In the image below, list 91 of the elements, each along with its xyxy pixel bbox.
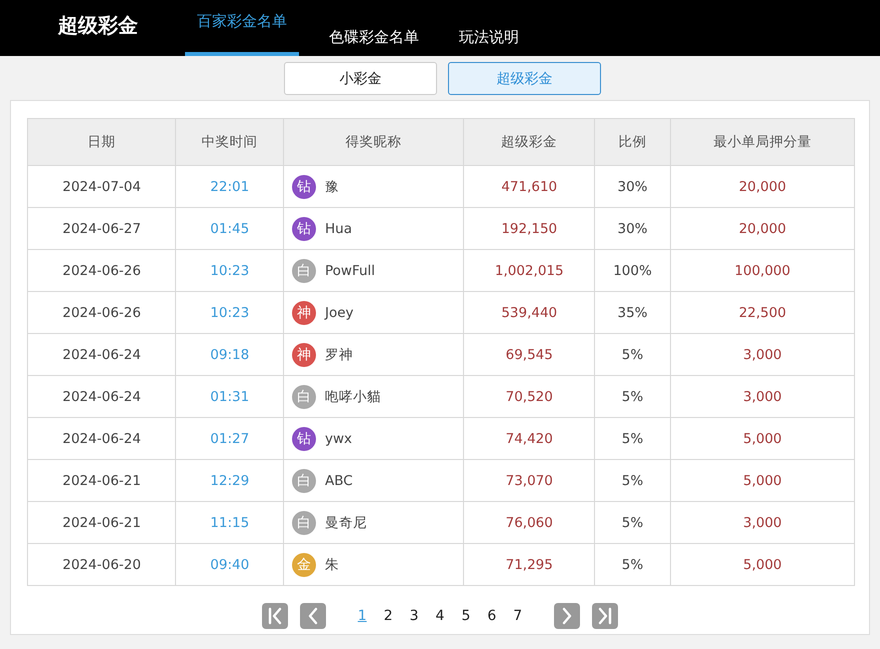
level-badge: 神 — [292, 342, 316, 366]
first-page-icon[interactable] — [262, 603, 288, 629]
table-cell: 5% — [594, 502, 670, 544]
table-cell: 09:40 — [176, 544, 284, 586]
nickname: 朱 — [324, 556, 339, 574]
nav-tab[interactable]: 百家彩金名单 — [185, 0, 299, 56]
table-cell: 3,000 — [670, 334, 854, 376]
table-cell: 2024-06-24 — [28, 418, 176, 460]
table-cell: 471,610 — [464, 166, 595, 208]
table-cell: 20,000 — [670, 166, 854, 208]
table-cell: 12:29 — [176, 460, 284, 502]
nickname: 曼奇尼 — [324, 514, 367, 532]
table-cell: 3,000 — [670, 502, 854, 544]
table-cell: 5% — [594, 376, 670, 418]
next-page-icon[interactable] — [554, 603, 580, 629]
table-cell: 2024-06-24 — [28, 334, 176, 376]
nickname: PowFull — [324, 262, 376, 278]
table-cell: 2024-06-27 — [28, 208, 176, 250]
table-cell: 2024-07-04 — [28, 166, 176, 208]
table-cell: 09:18 — [176, 334, 284, 376]
nickname: 咆哮小貓 — [324, 388, 381, 406]
table-cell: 30% — [594, 166, 670, 208]
table-cell: 30% — [594, 208, 670, 250]
table-cell: 192,150 — [464, 208, 595, 250]
column-header: 日期 — [28, 118, 176, 166]
table-cell: 69,545 — [464, 334, 595, 376]
table-cell: 2024-06-26 — [28, 292, 176, 334]
level-badge: 钻 — [292, 216, 316, 240]
table-cell: 22,500 — [670, 292, 854, 334]
nickname: Joey — [324, 304, 354, 320]
table-cell: 76,060 — [464, 502, 595, 544]
nickname: ABC — [324, 472, 353, 488]
table-cell: 1,002,015 — [464, 250, 595, 292]
table-cell: 22:01 — [176, 166, 284, 208]
table-cell: 20,000 — [670, 208, 854, 250]
nickname: 豫 — [324, 178, 339, 196]
level-badge: 钻 — [292, 174, 316, 198]
page-link[interactable]: 4 — [436, 608, 444, 624]
table-cell: 3,000 — [670, 376, 854, 418]
table-cell: 5% — [594, 544, 670, 586]
table-cell: 100,000 — [670, 250, 854, 292]
table-cell: 01:31 — [176, 376, 284, 418]
table-cell: 11:15 — [176, 502, 284, 544]
level-badge: 白 — [292, 510, 316, 534]
table-cell: 01:27 — [176, 418, 284, 460]
table-cell: 2024-06-21 — [28, 502, 176, 544]
level-badge: 神 — [292, 300, 316, 324]
table-cell: 2024-06-26 — [28, 250, 176, 292]
table-cell: 10:23 — [176, 292, 284, 334]
table-cell: 5% — [594, 418, 670, 460]
table-cell: 2024-06-24 — [28, 376, 176, 418]
page-link[interactable]: 5 — [461, 608, 470, 624]
level-badge: 白 — [292, 384, 316, 408]
table-cell: 5% — [594, 334, 670, 376]
column-header: 中奖时间 — [176, 118, 284, 166]
level-badge: 白 — [292, 468, 316, 492]
nav-tab[interactable]: 玩法说明 — [459, 0, 519, 56]
table-cell: 74,420 — [464, 418, 595, 460]
level-badge: 金 — [292, 552, 316, 576]
page-link[interactable]: 3 — [410, 608, 419, 624]
nickname: ywx — [324, 430, 352, 446]
level-badge: 白 — [292, 258, 316, 282]
table-cell: 2024-06-20 — [28, 544, 176, 586]
level-badge: 钻 — [292, 426, 316, 450]
page-link[interactable]: 6 — [487, 608, 496, 624]
nav-tab[interactable]: 色碟彩金名单 — [329, 0, 419, 56]
page-link[interactable]: 2 — [384, 608, 393, 624]
table-cell: 2024-06-21 — [28, 460, 176, 502]
table-cell: 71,295 — [464, 544, 595, 586]
table-cell: 100% — [594, 250, 670, 292]
table-cell: 35% — [594, 292, 670, 334]
table-cell: 5% — [594, 460, 670, 502]
column-header: 超级彩金 — [464, 118, 595, 166]
previous-page-icon[interactable] — [300, 603, 326, 629]
toggle-button[interactable]: 小彩金 — [284, 62, 437, 95]
table-cell: 10:23 — [176, 250, 284, 292]
table-cell: 73,070 — [464, 460, 595, 502]
column-header: 得奖昵称 — [283, 118, 464, 166]
last-page-icon[interactable] — [592, 603, 618, 629]
table-cell: 70,520 — [464, 376, 595, 418]
table-cell: 539,440 — [464, 292, 595, 334]
table-cell: 5,000 — [670, 418, 854, 460]
column-header: 最小单局押分量 — [670, 118, 854, 166]
nickname: Hua — [324, 220, 352, 236]
nickname: 罗神 — [324, 346, 353, 364]
table-cell: 01:45 — [176, 208, 284, 250]
table-cell: 5,000 — [670, 544, 854, 586]
column-header: 比例 — [594, 118, 670, 166]
table-cell: 5,000 — [670, 460, 854, 502]
page-title: 超级彩金 — [56, 12, 139, 39]
page-link[interactable]: 7 — [513, 608, 522, 624]
